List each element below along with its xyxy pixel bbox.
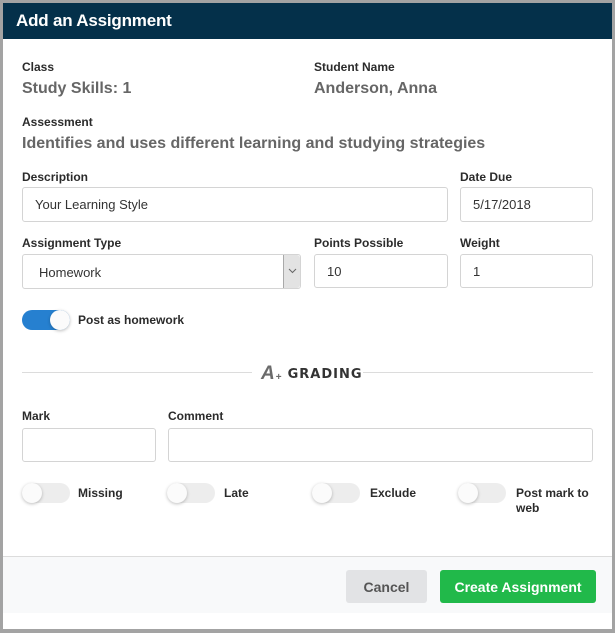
- late-toggle[interactable]: [167, 483, 215, 503]
- add-assignment-modal: Add an Assignment Class Study Skills: 1 …: [3, 3, 612, 629]
- toggle-knob: [22, 483, 42, 503]
- assignment-type-value: Homework: [39, 265, 102, 280]
- post-as-homework-label: Post as homework: [78, 313, 185, 327]
- toggle-knob: [50, 310, 70, 330]
- a-plus-icon: A+: [261, 363, 282, 384]
- description-label: Description: [22, 170, 89, 184]
- date-due-input[interactable]: [460, 187, 593, 222]
- late-label: Late: [224, 486, 249, 500]
- grading-section-heading: A+ GRADING: [261, 363, 363, 385]
- grading-divider-right: [363, 372, 593, 373]
- class-label: Class: [22, 60, 55, 74]
- post-mark-to-web-toggle[interactable]: [458, 483, 506, 503]
- post-mark-to-web-label: Post mark to web: [516, 486, 589, 515]
- post-as-homework-toggle[interactable]: [22, 310, 70, 330]
- missing-toggle[interactable]: [22, 483, 70, 503]
- modal-footer: Cancel Create Assignment: [3, 556, 612, 613]
- student-name-label: Student Name: [314, 60, 395, 74]
- student-name-value: Anderson, Anna: [314, 80, 437, 97]
- exclude-toggle[interactable]: [312, 483, 360, 503]
- dropdown-button[interactable]: [283, 255, 300, 288]
- modal-header: Add an Assignment: [3, 3, 612, 39]
- class-value: Study Skills: 1: [22, 80, 132, 97]
- mark-label: Mark: [22, 409, 51, 423]
- toggle-knob: [312, 483, 332, 503]
- weight-input[interactable]: [460, 254, 593, 288]
- comment-input[interactable]: [168, 428, 593, 462]
- modal-title: Add an Assignment: [16, 11, 172, 30]
- cancel-button[interactable]: Cancel: [346, 570, 427, 603]
- exclude-label: Exclude: [370, 486, 417, 500]
- comment-label: Comment: [168, 409, 224, 423]
- date-due-label: Date Due: [460, 170, 513, 184]
- chevron-down-icon: [288, 268, 297, 274]
- assignment-type-label: Assignment Type: [22, 236, 122, 250]
- assignment-type-select[interactable]: Homework: [22, 254, 301, 289]
- missing-label: Missing: [78, 486, 123, 500]
- toggle-knob: [458, 483, 478, 503]
- create-assignment-button[interactable]: Create Assignment: [440, 570, 596, 603]
- mark-input[interactable]: [22, 428, 156, 462]
- description-input[interactable]: [22, 187, 448, 222]
- weight-label: Weight: [460, 236, 500, 250]
- grading-title: GRADING: [287, 366, 363, 382]
- assessment-label: Assessment: [22, 115, 93, 129]
- points-possible-input[interactable]: [314, 254, 448, 288]
- grading-divider-left: [22, 372, 252, 373]
- toggle-knob: [167, 483, 187, 503]
- assessment-value: Identifies and uses different learning a…: [22, 135, 486, 152]
- points-possible-label: Points Possible: [314, 236, 404, 250]
